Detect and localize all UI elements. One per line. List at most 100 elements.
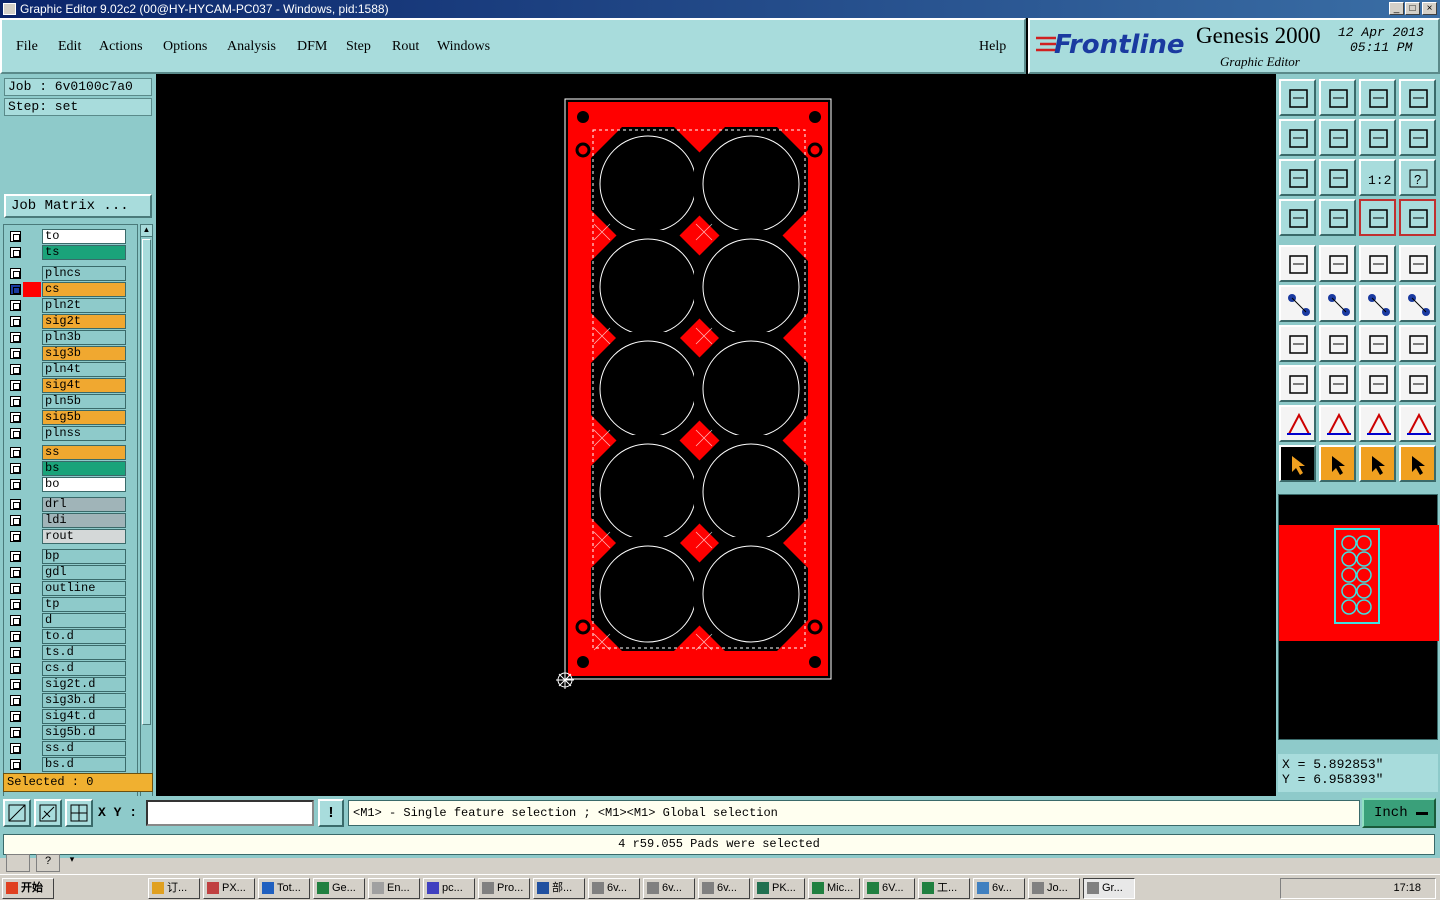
layer-row-plncs[interactable]: plncs (6, 266, 136, 281)
layer-name[interactable]: sig4t.d (42, 709, 126, 724)
layer-color-swatch[interactable] (23, 394, 41, 409)
zoom-window-button[interactable] (3, 799, 31, 827)
layer-row-ldi[interactable]: ldi (6, 513, 136, 528)
layer-row-bp[interactable]: bp (6, 549, 136, 564)
layer-name[interactable]: pln2t (42, 298, 126, 313)
layer-name[interactable]: outline (42, 581, 126, 596)
layer-checkbox[interactable] (10, 332, 21, 343)
layer-color-swatch[interactable] (23, 677, 41, 692)
arrow-up-button[interactable] (1319, 405, 1356, 442)
layer-name[interactable]: to.d (42, 629, 126, 644)
menu-actions[interactable]: Actions (99, 39, 143, 55)
move-button[interactable] (1359, 285, 1396, 322)
layer-color-swatch[interactable] (23, 693, 41, 708)
layer-color-swatch[interactable] (23, 613, 41, 628)
taskbar-item[interactable]: pc... (423, 878, 475, 899)
layer-name[interactable]: plnss (42, 426, 126, 441)
layer-checkbox[interactable] (10, 463, 21, 474)
scroll-up-icon[interactable]: ▲ (141, 225, 152, 237)
layer-row-bo[interactable]: bo (6, 477, 136, 492)
layer-color-swatch[interactable] (23, 597, 41, 612)
scroll-thumb[interactable] (142, 239, 151, 725)
taskbar-item[interactable]: PX... (203, 878, 255, 899)
layer-checkbox[interactable] (10, 647, 21, 658)
menu-windows[interactable]: Windows (437, 39, 490, 55)
layer-scrollbar[interactable]: ▲ ▼ (140, 224, 153, 842)
copy-button[interactable] (1399, 285, 1436, 322)
job-matrix-button[interactable]: Job Matrix ... (4, 194, 152, 218)
transform-button[interactable] (1399, 365, 1436, 402)
taskbar-item[interactable]: 6v... (643, 878, 695, 899)
layer-color-swatch[interactable] (23, 245, 41, 260)
pointer-button[interactable] (1279, 445, 1316, 482)
arrow-up-cross-button[interactable] (1399, 405, 1436, 442)
layer-checkbox[interactable] (10, 567, 21, 578)
layer-checkbox[interactable] (10, 743, 21, 754)
layer-color-swatch[interactable] (23, 513, 41, 528)
layer-checkbox[interactable] (10, 300, 21, 311)
layer-checkbox[interactable] (10, 428, 21, 439)
layer-color-swatch[interactable] (23, 581, 41, 596)
undo-button[interactable] (1359, 119, 1396, 156)
layer-name[interactable]: sig3b (42, 346, 126, 361)
layer-row-ts[interactable]: ts (6, 245, 136, 260)
layer-row-ts-d[interactable]: ts.d (6, 645, 136, 660)
layer-checkbox[interactable] (10, 499, 21, 510)
pointer-select-button[interactable] (1319, 445, 1356, 482)
layer-row-to[interactable]: to (6, 229, 136, 244)
layer-checkbox[interactable] (10, 231, 21, 242)
layer-color-swatch[interactable] (23, 461, 41, 476)
arrow-up-alt-button[interactable] (1359, 405, 1396, 442)
layer-checkbox[interactable] (10, 615, 21, 626)
line-button[interactable] (1319, 325, 1356, 362)
grid-button[interactable] (65, 799, 93, 827)
layer-checkbox[interactable] (10, 663, 21, 674)
layer-color-swatch[interactable] (23, 661, 41, 676)
taskbar-item[interactable]: Gr... (1083, 878, 1135, 899)
layer-row-sig5b[interactable]: sig5b (6, 410, 136, 425)
layer-checkbox[interactable] (10, 380, 21, 391)
layer-row-sig4t[interactable]: sig4t (6, 378, 136, 393)
layer-row-bs-d[interactable]: bs.d (6, 757, 136, 772)
layer-name[interactable]: bs (42, 461, 126, 476)
grid-button[interactable] (1319, 199, 1356, 236)
zoom-in-button[interactable] (1319, 79, 1356, 116)
layer-color-swatch[interactable] (23, 741, 41, 756)
layer-checkbox[interactable] (10, 284, 21, 295)
add-pad-button[interactable] (1279, 245, 1316, 282)
layer-name[interactable]: ts.d (42, 645, 126, 660)
layer-color-swatch[interactable] (23, 629, 41, 644)
menu-analysis[interactable]: Analysis (227, 39, 276, 55)
menu-dfm[interactable]: DFM (297, 39, 327, 55)
layer-row-sig2t[interactable]: sig2t (6, 314, 136, 329)
graphic-canvas[interactable] (156, 74, 1276, 796)
layer-color-swatch[interactable] (23, 346, 41, 361)
feature-button[interactable] (1279, 365, 1316, 402)
trim-button[interactable] (1319, 365, 1356, 402)
layer-name[interactable]: cs (42, 282, 126, 297)
cross-button[interactable] (1319, 285, 1356, 322)
layer-row-to-d[interactable]: to.d (6, 629, 136, 644)
layer-checkbox[interactable] (10, 531, 21, 542)
layer-name[interactable]: pln5b (42, 394, 126, 409)
layer-color-swatch[interactable] (23, 266, 41, 281)
taskbar-item[interactable]: 6V... (863, 878, 915, 899)
select-area-button[interactable] (1399, 245, 1436, 282)
layer-name[interactable]: pln3b (42, 330, 126, 345)
layer-color-swatch[interactable] (23, 477, 41, 492)
layer-name[interactable]: drl (42, 497, 126, 512)
angle-button[interactable] (1279, 325, 1316, 362)
ratio-button[interactable]: 1:2 (1359, 159, 1396, 196)
add-shape-button[interactable] (1319, 245, 1356, 282)
layer-name[interactable]: bo (42, 477, 126, 492)
taskbar-item[interactable]: 部... (533, 878, 585, 899)
layer-row-sig2t-d[interactable]: sig2t.d (6, 677, 136, 692)
layer-name[interactable]: sig3b.d (42, 693, 126, 708)
layer-color-swatch[interactable] (23, 282, 41, 297)
layer-row-rout[interactable]: rout (6, 529, 136, 544)
layer-row-pln5b[interactable]: pln5b (6, 394, 136, 409)
layer-checkbox[interactable] (10, 479, 21, 490)
layer-color-swatch[interactable] (23, 725, 41, 740)
layer-name[interactable]: sig5b (42, 410, 126, 425)
layer-row-sig5b-d[interactable]: sig5b.d (6, 725, 136, 740)
